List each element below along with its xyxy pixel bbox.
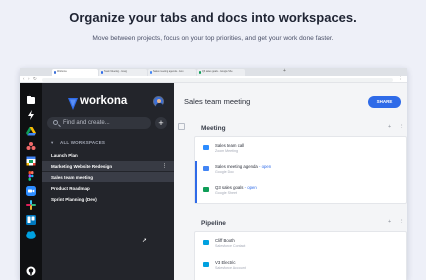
chevron-down-icon[interactable]: ▾: [51, 140, 53, 146]
browser-tab-bar: Workona Team Meeting - Goog Sales meetin…: [20, 68, 407, 83]
workspace-item[interactable]: Launch Plan: [42, 150, 174, 160]
resource-item[interactable]: Sales team call Zoom Meeting: [195, 140, 406, 160]
google-drive-icon[interactable]: [26, 123, 36, 136]
resource-item[interactable]: V3 Electric Salesforce Account: [195, 257, 406, 277]
browser-tab[interactable]: Workona: [52, 69, 98, 76]
resource-name: Sales meeting agenda: [215, 164, 258, 169]
hero-title: Organize your tabs and docs into workspa…: [69, 10, 357, 25]
share-button[interactable]: SHARE: [368, 96, 401, 108]
resource-subtitle: Salesforce Contact: [215, 244, 246, 248]
resource-list: Cliff Booth Salesforce Contact V3 Electr…: [194, 231, 407, 280]
workspace-item[interactable]: Marketing Website Redesign ⋮: [42, 161, 174, 171]
browser-tab-label: Team Meeting - Goog: [104, 70, 127, 73]
workspaces-section-header[interactable]: ALL WORKSPACES: [60, 140, 105, 145]
trello-icon[interactable]: [26, 212, 36, 225]
resource-title: Q3 sales goals - open: [215, 185, 257, 190]
browser-tab-label: Sales meeting agenda - Goo: [153, 70, 184, 73]
search-input[interactable]: Find and create...: [47, 117, 151, 129]
workspace-panel: Sales team meeting SHARE ⋮ Meeting + ⋮ S…: [174, 83, 407, 280]
add-resource-button[interactable]: +: [388, 219, 391, 225]
reload-icon[interactable]: ↻: [33, 76, 37, 82]
resource-subtitle: Google Doc: [215, 170, 234, 174]
bolt-icon[interactable]: [26, 107, 36, 120]
browser-tab-label: Workona: [57, 70, 67, 73]
github-icon[interactable]: [26, 263, 36, 276]
group-title-pipeline[interactable]: Pipeline: [201, 220, 226, 227]
browser-tab[interactable]: Q3 sales goals - Google She: [197, 69, 245, 76]
sidebar: workona Find and create... + ▾ ALL WORKS…: [42, 83, 174, 280]
tab-favicon: [100, 71, 103, 74]
create-workspace-button[interactable]: +: [155, 117, 167, 129]
workspace-item-label: Marketing Website Redesign: [51, 163, 113, 169]
forward-icon[interactable]: ›: [28, 76, 30, 82]
notes-icon[interactable]: [178, 123, 185, 130]
address-bar[interactable]: [42, 77, 393, 82]
search-icon: [53, 120, 58, 125]
google-calendar-icon[interactable]: [26, 153, 36, 166]
workspace-item[interactable]: Sales team meeting: [42, 172, 174, 182]
avatar[interactable]: [153, 96, 164, 107]
more-options-icon[interactable]: ⋮: [162, 163, 167, 169]
resource-item[interactable]: Q3 sales goals - open Google Sheet: [195, 182, 406, 202]
google-doc-icon: [203, 166, 209, 171]
google-sheet-icon: [203, 187, 209, 192]
workona-logo-icon: [68, 97, 78, 110]
group-title-meeting[interactable]: Meeting: [201, 125, 226, 132]
salesforce-icon: [203, 262, 209, 267]
workspace-item[interactable]: Sprint Planning (Dev): [42, 194, 174, 204]
browser-tab[interactable]: Team Meeting - Goog: [99, 69, 147, 76]
add-resource-button[interactable]: +: [388, 124, 391, 130]
workspaces-icon[interactable]: [26, 92, 36, 104]
browser-tab-label: Q3 sales goals - Google She: [202, 70, 233, 73]
resource-subtitle: Google Sheet: [215, 191, 237, 195]
salesforce-icon: [203, 240, 209, 245]
app-name: workona: [80, 95, 128, 107]
resource-title: Sales meeting agenda - open: [215, 164, 271, 169]
resource-title: Sales team call: [215, 143, 245, 148]
hero-subtitle: Move between projects, focus on your top…: [92, 35, 334, 42]
slack-icon[interactable]: [26, 197, 36, 210]
browser-menu-icon[interactable]: ⋮: [399, 76, 404, 82]
resource-item[interactable]: Sales meeting agenda - open Google Doc: [195, 161, 406, 181]
mouse-cursor-icon: ➚: [142, 238, 148, 244]
browser-tab[interactable]: Sales meeting agenda - Goo: [148, 69, 196, 76]
resource-title: V3 Electric: [215, 260, 236, 265]
open-status: - open: [243, 185, 257, 190]
open-status: - open: [257, 164, 272, 169]
asana-icon[interactable]: [26, 138, 36, 150]
search-placeholder: Find and create...: [63, 119, 110, 126]
tab-favicon: [198, 71, 201, 74]
page-title: Sales team meeting: [184, 97, 251, 106]
resource-list: Sales team call Zoom Meeting Sales meeti…: [194, 136, 407, 204]
group-menu-icon[interactable]: ⋮: [399, 124, 405, 130]
tab-favicon: [53, 71, 56, 74]
workspace-item[interactable]: Product Roadmap: [42, 183, 174, 193]
back-icon[interactable]: ‹: [23, 76, 25, 82]
resource-item[interactable]: Cliff Booth Salesforce Contact: [195, 235, 406, 255]
resource-subtitle: Salesforce Account: [215, 266, 246, 270]
resource-subtitle: Zoom Meeting: [215, 149, 238, 153]
figma-icon[interactable]: [26, 168, 36, 181]
salesforce-icon[interactable]: [26, 227, 36, 239]
zoom-icon: [203, 145, 209, 150]
browser-window: Workona Team Meeting - Goog Sales meetin…: [20, 68, 407, 280]
resource-title: Cliff Booth: [215, 238, 235, 243]
app-rail: [20, 83, 42, 280]
address-bar-row: ‹ › ↻ ⋮: [20, 76, 407, 83]
tab-favicon: [149, 71, 152, 74]
zoom-icon[interactable]: [26, 183, 36, 196]
resource-name: Q3 sales goals: [215, 185, 244, 190]
new-tab-button[interactable]: +: [283, 68, 286, 74]
group-menu-icon[interactable]: ⋮: [399, 219, 405, 225]
